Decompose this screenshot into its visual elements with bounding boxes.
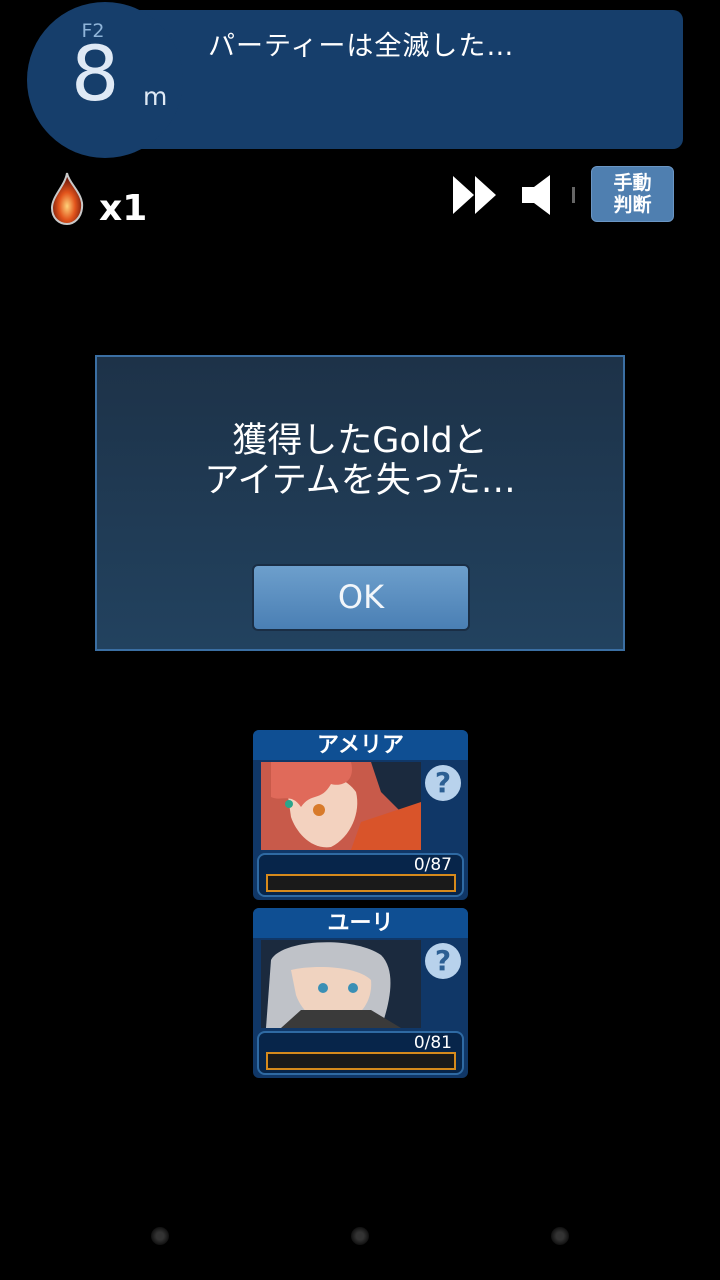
- dialog-message: 獲得したGoldと アイテムを失った…: [97, 421, 623, 501]
- distance-unit: m: [143, 82, 168, 111]
- nav-home-button[interactable]: [351, 1227, 369, 1245]
- help-icon[interactable]: ?: [425, 943, 461, 979]
- dialog-line-2: アイテムを失った…: [204, 461, 516, 501]
- ok-button[interactable]: OK: [252, 564, 470, 631]
- manual-judgement-button[interactable]: 手動 判断: [591, 166, 674, 222]
- nav-back-button[interactable]: [151, 1227, 169, 1245]
- help-icon[interactable]: ?: [425, 765, 461, 801]
- hp-text: 0/87: [413, 855, 452, 875]
- fast-forward-icon[interactable]: [450, 172, 500, 218]
- floor-indicator: F2 8 m: [27, 2, 183, 158]
- manual-label-line1: 手動: [613, 172, 652, 194]
- manual-label-line2: 判断: [613, 194, 652, 216]
- character-name: ユーリ: [253, 908, 468, 938]
- hp-bar: [266, 874, 456, 892]
- dialog-line-1: 獲得したGoldと: [232, 421, 488, 461]
- item-count: x1: [99, 188, 148, 229]
- hp-text: 0/81: [413, 1033, 452, 1053]
- nav-recents-button[interactable]: [551, 1227, 569, 1245]
- battle-result-message: パーティーは全滅した…: [208, 31, 515, 62]
- party-member-card[interactable]: ユーリ ? 0/81: [253, 908, 468, 1078]
- flame-gem-icon: [50, 172, 84, 226]
- character-portrait: [261, 940, 421, 1028]
- hp-gauge: 0/81: [257, 1031, 464, 1075]
- hp-bar: [266, 1052, 456, 1070]
- speaker-icon[interactable]: [518, 170, 578, 220]
- distance-value: 8: [71, 29, 120, 118]
- hp-gauge: 0/87: [257, 853, 464, 897]
- character-name: アメリア: [253, 730, 468, 760]
- character-portrait: [261, 762, 421, 850]
- defeat-dialog: 獲得したGoldと アイテムを失った… OK: [95, 355, 625, 651]
- party-member-card[interactable]: アメリア ? 0/87: [253, 730, 468, 900]
